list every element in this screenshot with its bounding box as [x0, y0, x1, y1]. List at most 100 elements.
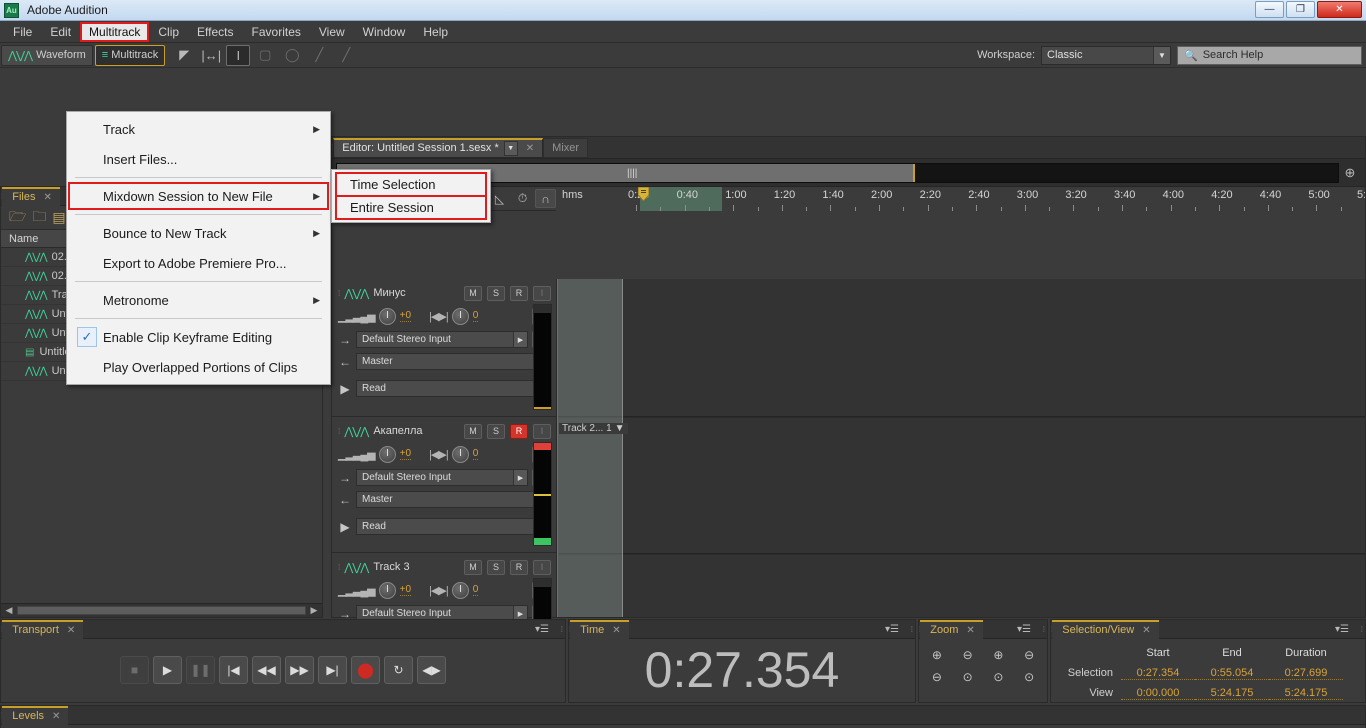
time-selection-icon[interactable]: I [226, 45, 250, 66]
move-playhead-to-previous-button[interactable]: |◀ [219, 656, 248, 684]
close-icon[interactable]: ✕ [52, 711, 60, 722]
volume-value[interactable]: +0 [400, 584, 411, 596]
menu-option-mixdown-session-to-new-file[interactable]: Mixdown Session to New File▶ [67, 181, 330, 211]
spot-healing-brush-icon[interactable]: ╱ [334, 45, 358, 66]
loop-playback-button[interactable]: ↻ [384, 656, 413, 684]
minimize-button[interactable]: — [1255, 1, 1284, 18]
pan-value[interactable]: 0 [473, 584, 479, 596]
close-icon[interactable]: ✕ [966, 625, 974, 636]
solo-button[interactable]: S [487, 560, 505, 575]
fade-icon[interactable]: ◺ [489, 189, 510, 208]
rewind-button[interactable]: ◀◀ [252, 656, 281, 684]
track-lane-3[interactable] [557, 555, 1365, 617]
track-lane-2[interactable] [557, 418, 1365, 554]
monitor-input-button[interactable]: I [533, 424, 551, 439]
import-file-icon[interactable]: 🗀 [32, 206, 46, 230]
record-arm-button[interactable]: R [510, 560, 528, 575]
navigator-grip-icon[interactable]: |||| [627, 168, 637, 179]
playhead-marker-icon[interactable] [638, 187, 649, 201]
volume-value[interactable]: +0 [400, 448, 411, 460]
track-input-select[interactable]: Default Stereo Input▶ [356, 469, 528, 486]
current-time-display[interactable]: 0:27.354 [569, 639, 915, 701]
menu-option-track[interactable]: Track▶ [67, 114, 330, 144]
monitor-input-button[interactable]: I [533, 286, 551, 301]
menu-option-bounce-to-new-track[interactable]: Bounce to New Track▶ [67, 218, 330, 248]
zoom-in-time-button[interactable]: ⊕ [985, 645, 1013, 664]
track-canvas[interactable]: 02.Faithless - Sun To Me (Mark Knight Re… [557, 279, 1365, 617]
selection-duration-value[interactable]: 0:27.699 [1269, 667, 1343, 680]
menu-item-window[interactable]: Window [354, 22, 415, 42]
zoom-to-selection-out-point-button[interactable]: ⊙ [985, 667, 1013, 686]
submenu-option-time-selection[interactable]: Time Selection [336, 173, 486, 196]
menu-item-help[interactable]: Help [414, 22, 457, 42]
track-grip-icon[interactable]: ⁞ [338, 563, 339, 572]
panel-grip-icon[interactable]: ⁞ [1361, 625, 1362, 634]
menu-item-favorites[interactable]: Favorites [243, 22, 310, 42]
maximize-button[interactable]: ❐ [1286, 1, 1315, 18]
play-button[interactable]: ▶ [153, 656, 182, 684]
menu-option-metronome[interactable]: Metronome▶ [67, 285, 330, 315]
volume-knob[interactable] [379, 582, 396, 599]
tab-transport[interactable]: Transport ✕ [2, 620, 83, 639]
new-file-icon[interactable]: ▤ [52, 209, 65, 226]
track-header-2[interactable]: ⁞⋀⋁⋀АкапеллаMSRI▁▂▃▄▅+0|◀▶|0((•))→Defaul… [332, 417, 556, 553]
panel-grip-icon[interactable]: ⁞ [1043, 625, 1044, 634]
zoom-to-selection-in-point-button[interactable]: ⊙ [954, 667, 982, 686]
track-name[interactable]: Акапелла [373, 425, 459, 437]
zoom-out-amplitude-button[interactable]: ⊖ [954, 645, 982, 664]
zoom-in-amplitude-button[interactable]: ⊕ [923, 645, 951, 664]
record-button[interactable]: ⬤ [351, 656, 380, 684]
tab-time[interactable]: Time ✕ [570, 620, 628, 639]
automation-expand-icon[interactable]: ▶ [338, 382, 352, 396]
menu-item-edit[interactable]: Edit [41, 22, 80, 42]
panel-menu-icon[interactable]: ▾☰ [535, 624, 549, 635]
zoom-navigator-icon[interactable]: ⊕ [1339, 165, 1361, 181]
menu-option-enable-clip-keyframe-editing[interactable]: ✓Enable Clip Keyframe Editing [67, 322, 330, 352]
volume-knob[interactable] [379, 446, 396, 463]
move-playhead-to-next-button[interactable]: ▶| [318, 656, 347, 684]
track-grip-icon[interactable]: ⁞ [338, 427, 339, 436]
pause-button[interactable]: ❚❚ [186, 656, 215, 684]
panel-menu-icon[interactable]: ▾☰ [885, 624, 899, 635]
mixdown-submenu[interactable]: Time SelectionEntire Session [331, 169, 491, 223]
pan-knob[interactable] [452, 582, 469, 599]
track-output-select[interactable]: Master▶ [356, 353, 551, 370]
metronome-icon[interactable]: ⏱ [512, 189, 533, 208]
tab-levels[interactable]: Levels ✕ [2, 706, 68, 725]
track-automation-select[interactable]: Read▼ [356, 518, 551, 535]
track-input-select[interactable]: Default Stereo Input▶ [356, 331, 528, 348]
record-arm-button[interactable]: R [510, 424, 528, 439]
volume-value[interactable]: +0 [400, 310, 411, 322]
move-icon[interactable]: |↔| [199, 45, 223, 66]
close-icon[interactable]: ✕ [612, 625, 620, 636]
menu-item-file[interactable]: File [4, 22, 41, 42]
view-end-value[interactable]: 5:24.175 [1195, 687, 1269, 700]
automation-expand-icon[interactable]: ▶ [338, 520, 352, 534]
pan-value[interactable]: 0 [473, 310, 479, 322]
tab-zoom[interactable]: Zoom ✕ [920, 620, 983, 639]
menu-option-play-overlapped-portions-of-clips[interactable]: Play Overlapped Portions of Clips [67, 352, 330, 382]
open-file-icon[interactable]: 🗁 [9, 206, 26, 230]
volume-knob[interactable] [379, 308, 396, 325]
track-name[interactable]: Минус [373, 287, 459, 299]
menu-option-export-to-adobe-premiere-pro[interactable]: Export to Adobe Premiere Pro... [67, 248, 330, 278]
files-horizontal-scrollbar[interactable]: ◀ ▶ [1, 603, 322, 617]
panel-grip-icon[interactable]: ⁞ [911, 625, 912, 634]
fast-forward-button[interactable]: ▶▶ [285, 656, 314, 684]
track-output-select[interactable]: Master▶ [356, 491, 551, 508]
track-name[interactable]: Track 3 [373, 561, 459, 573]
solo-button[interactable]: S [487, 286, 505, 301]
marquee-selection-icon[interactable]: ▢ [253, 45, 277, 66]
paintbrush-selection-icon[interactable]: ╱ [307, 45, 331, 66]
tab-mixer[interactable]: Mixer [543, 138, 588, 158]
multitrack-menu[interactable]: Track▶Insert Files...Mixdown Session to … [66, 111, 331, 385]
razor-icon[interactable]: ◤ [172, 45, 196, 66]
pan-value[interactable]: 0 [473, 448, 479, 460]
zoom-to-selection-button[interactable]: ⊙ [1015, 667, 1043, 686]
view-duration-value[interactable]: 5:24.175 [1269, 687, 1343, 700]
tab-selection-view[interactable]: Selection/View ✕ [1052, 620, 1158, 639]
chevron-down-icon[interactable]: ▼ [504, 141, 518, 156]
scroll-left-icon[interactable]: ◀ [3, 605, 15, 616]
close-icon[interactable]: ✕ [1142, 625, 1150, 636]
track-lane-1[interactable] [557, 279, 1365, 417]
